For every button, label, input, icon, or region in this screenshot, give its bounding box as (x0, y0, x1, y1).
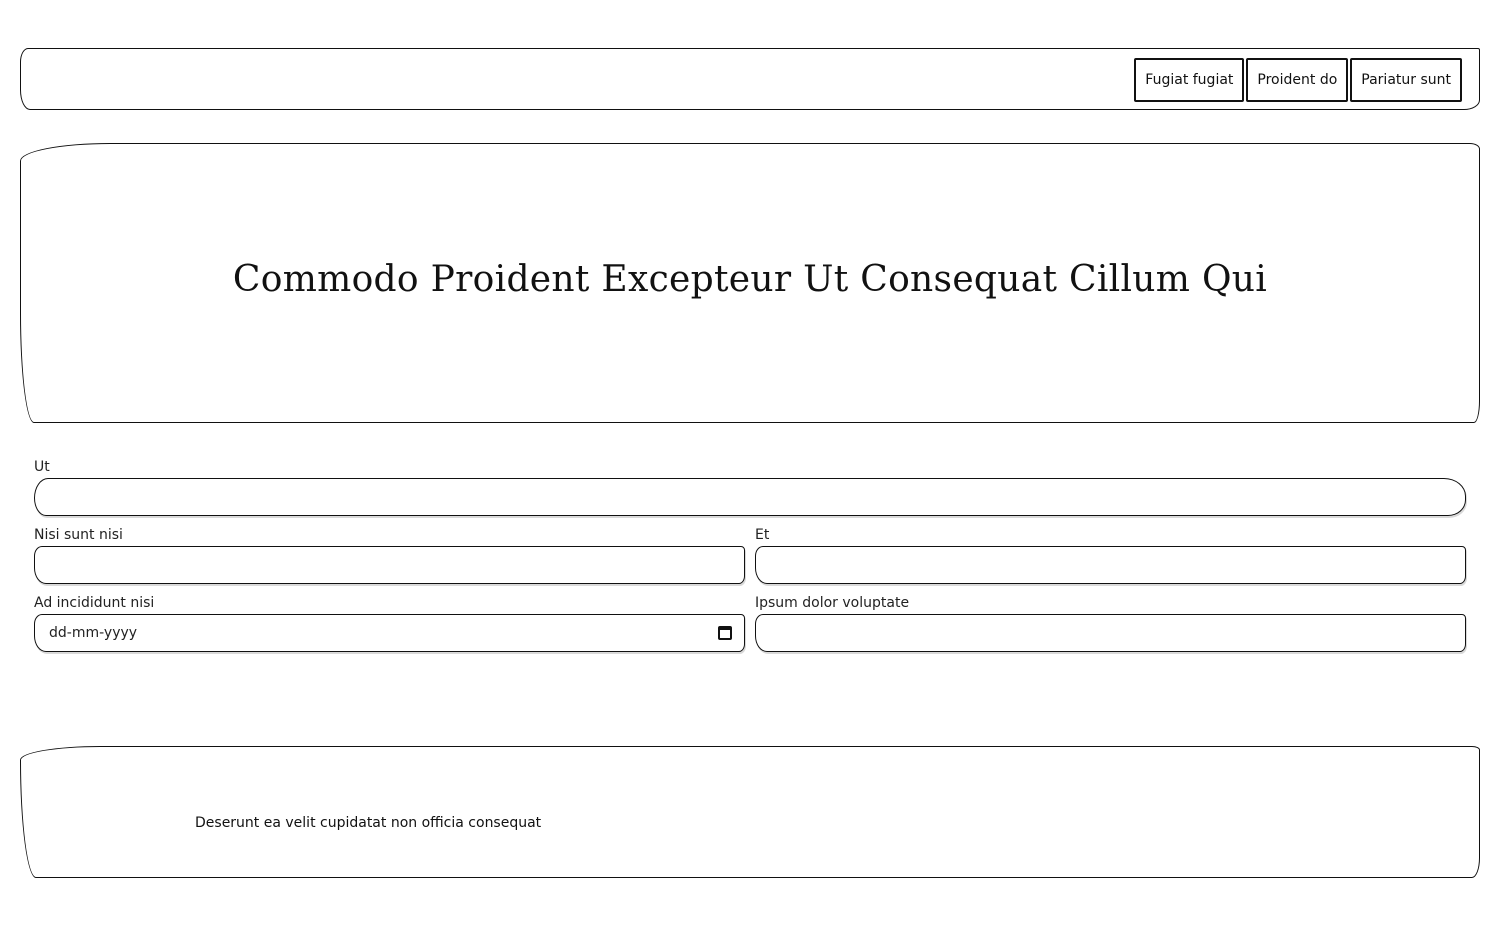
hero-title: Commodo Proident Excepteur Ut Consequat … (232, 258, 1268, 300)
ipsum-dolor-voluptate-input[interactable] (755, 614, 1466, 652)
footer: Deserunt ea velit cupidatat non officia … (20, 746, 1480, 878)
date-input[interactable]: dd-mm-yyyy (34, 614, 745, 652)
nav-item-proident-do[interactable]: Proident do (1246, 58, 1349, 102)
form-col: Ipsum dolor voluptate (755, 592, 1466, 652)
et-input[interactable] (755, 546, 1466, 584)
calendar-icon[interactable] (718, 626, 732, 640)
form-row-2: Nisi sunt nisi Et (34, 524, 1466, 584)
top-navbar: Fugiat fugiat Proident do Pariatur sunt (20, 48, 1480, 110)
nav-menu: Fugiat fugiat Proident do Pariatur sunt (1134, 58, 1462, 102)
nav-item-fugiat-fugiat[interactable]: Fugiat fugiat (1134, 58, 1245, 102)
form: Ut Nisi sunt nisi Et Ad incididunt nisi … (34, 456, 1466, 660)
page: Fugiat fugiat Proident do Pariatur sunt … (0, 0, 1500, 926)
field-label-nisi-sunt-nisi: Nisi sunt nisi (34, 527, 123, 543)
form-col: Et (755, 524, 1466, 584)
form-row-3: Ad incididunt nisi dd-mm-yyyy Ipsum dolo… (34, 592, 1466, 652)
field-label-ad-incididunt-nisi: Ad incididunt nisi (34, 595, 155, 611)
date-placeholder: dd-mm-yyyy (49, 625, 138, 641)
form-row-1: Ut (34, 456, 1466, 516)
form-col: Nisi sunt nisi (34, 524, 745, 584)
nav-item-pariatur-sunt[interactable]: Pariatur sunt (1350, 58, 1462, 102)
hero-banner: Commodo Proident Excepteur Ut Consequat … (20, 143, 1480, 423)
field-label-ut: Ut (34, 459, 50, 475)
field-label-ipsum-dolor-voluptate: Ipsum dolor voluptate (755, 595, 910, 611)
form-col: Ad incididunt nisi dd-mm-yyyy (34, 592, 745, 652)
field-label-et: Et (755, 527, 770, 543)
footer-text: Deserunt ea velit cupidatat non officia … (195, 815, 542, 831)
ut-input[interactable] (34, 478, 1466, 516)
nisi-sunt-nisi-input[interactable] (34, 546, 745, 584)
